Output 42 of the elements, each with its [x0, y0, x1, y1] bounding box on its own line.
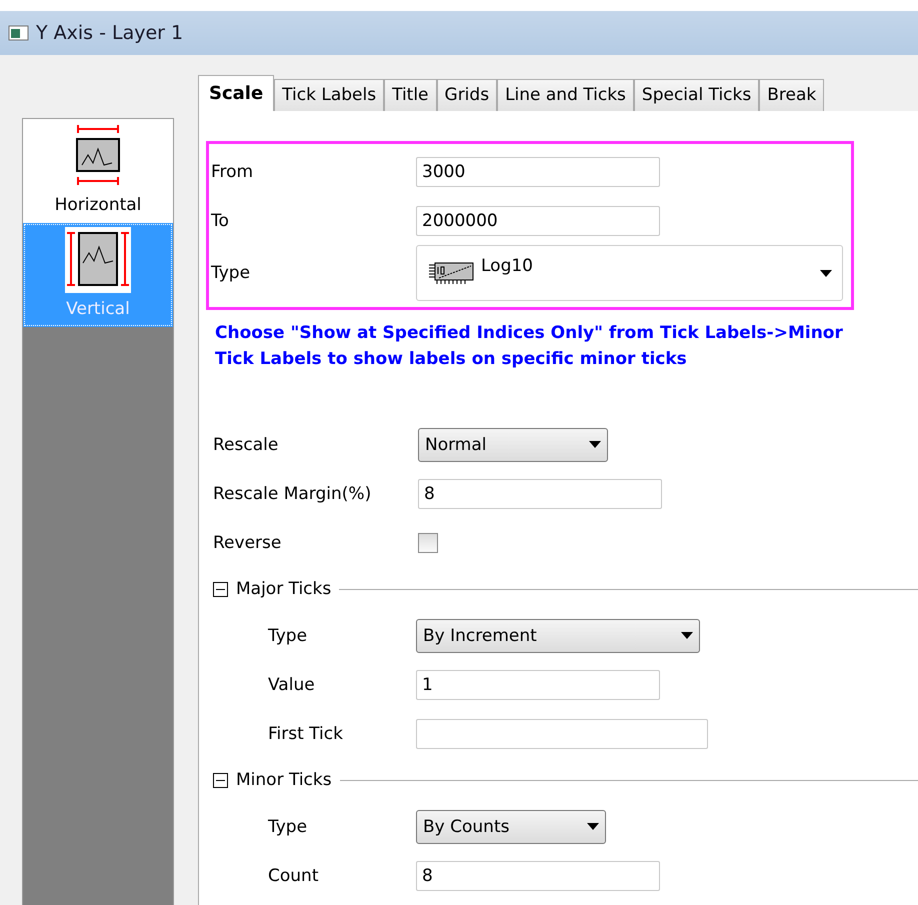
window-icon: [8, 24, 30, 42]
field-label: Rescale: [213, 434, 280, 454]
field-label: Type: [268, 626, 308, 646]
input-field[interactable]: 1: [416, 670, 660, 700]
group-title: Major Ticks: [236, 579, 332, 599]
dropdown[interactable]: By Increment: [416, 618, 700, 652]
field-label: Reverse: [213, 532, 282, 552]
field-label: First Tick: [268, 724, 344, 744]
group-title: Minor Ticks: [236, 770, 332, 790]
caret-icon: [820, 270, 832, 276]
input-field[interactable]: 8: [418, 478, 662, 508]
collapse-icon[interactable]: [213, 582, 228, 596]
input-field[interactable]: 8: [416, 860, 660, 890]
field-label: Count: [268, 866, 320, 886]
caret-icon: [589, 441, 601, 448]
tab[interactable]: Special Ticks: [634, 79, 760, 111]
collapse-icon[interactable]: [213, 772, 228, 788]
tab[interactable]: Line and Ticks: [497, 79, 634, 111]
field-label: Type: [268, 816, 308, 836]
vertical-axis-icon: [65, 227, 131, 293]
window-title: Y Axis - Layer 1: [36, 22, 184, 44]
input-field[interactable]: 2000000: [416, 206, 660, 236]
tab[interactable]: Tick Labels: [274, 79, 384, 111]
tab[interactable]: Scale: [198, 75, 274, 111]
dropdown[interactable]: By Counts: [416, 810, 606, 844]
input-field[interactable]: [416, 718, 708, 748]
sidebar-item[interactable]: Horizontal: [23, 119, 173, 223]
tab[interactable]: Title: [384, 79, 437, 111]
input-field[interactable]: 3000: [416, 156, 660, 186]
dropdown[interactable]: Log10: [416, 245, 843, 301]
hint-text: Choose "Show at Specified Indices Only" from Tick Labels->Minor Tick Labels to show labels on specific minor ticks: [215, 322, 844, 371]
field-label: Type: [211, 263, 252, 283]
dropdown[interactable]: Normal: [418, 428, 608, 462]
caret-icon: [681, 632, 693, 639]
field-label: Rescale Margin(%): [213, 484, 372, 504]
caret-icon: [587, 823, 599, 830]
field-label: From: [211, 162, 254, 182]
field-label: Value: [268, 674, 316, 694]
tab[interactable]: Grids: [436, 79, 498, 111]
tab[interactable]: Break: [759, 79, 824, 111]
checkbox[interactable]: [418, 532, 438, 552]
field-label: To: [211, 210, 230, 230]
